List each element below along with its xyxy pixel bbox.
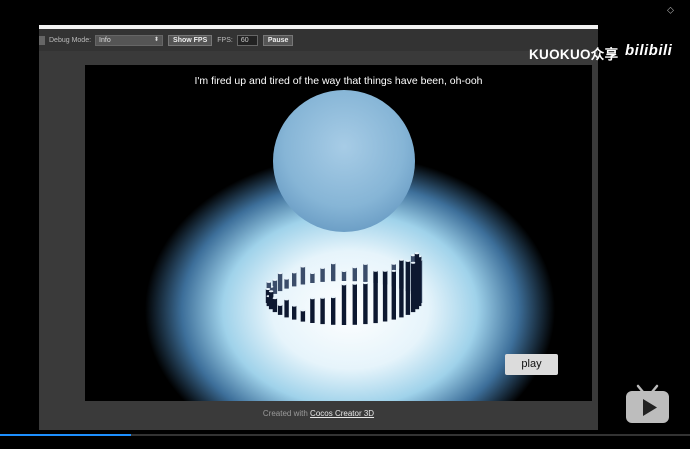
- toolbar-handle[interactable]: [39, 35, 45, 45]
- visualizer-bar: [320, 297, 325, 325]
- visualizer-bar-cap: [310, 297, 315, 300]
- visualizer-bar: [292, 272, 297, 287]
- visualizer-bar-cap: [399, 258, 404, 261]
- watermark-text: KUOKUO众享: [529, 47, 619, 62]
- visualizer-bar-cap: [410, 261, 416, 264]
- visualizer-bars: [265, 252, 423, 325]
- visualizer-bar: [272, 279, 278, 294]
- visualizer-bar-cap: [268, 290, 274, 293]
- game-canvas[interactable]: I'm fired up and tired of the way that t…: [85, 65, 592, 401]
- visualizer-bar-cap: [410, 254, 416, 257]
- bilibili-tv-icon[interactable]: [625, 383, 670, 425]
- game-player: Debug Mode: Info ⬍ Show FPS FPS: 60 Paus…: [39, 29, 598, 430]
- credits-prefix: Created with: [262, 409, 311, 418]
- visualizer-bar-cap: [320, 266, 325, 269]
- visualizer-bar: [292, 305, 297, 320]
- dropdown-arrow-icon: ⬍: [154, 36, 160, 43]
- visualizer-bar-cap: [331, 296, 336, 299]
- visualizer-bar: [310, 298, 315, 323]
- debug-mode-label: Debug Mode:: [49, 36, 92, 44]
- visualizer-bar: [382, 270, 388, 322]
- visualizer-bar: [277, 273, 283, 292]
- visualizer-bar-cap: [363, 262, 368, 265]
- visualizer-bar-cap: [391, 269, 396, 272]
- visualizer-bar-cap: [277, 303, 283, 306]
- visualizer-bar: [284, 278, 289, 289]
- fps-input[interactable]: 60: [236, 34, 258, 46]
- visualizer-bar-cap: [300, 309, 306, 312]
- visualizer-bar: [272, 298, 278, 313]
- visualizer-bar-cap: [265, 288, 271, 290]
- pin-icon[interactable]: ⬦: [667, 5, 677, 17]
- visualizer-bar: [363, 283, 368, 325]
- visualizer-bar-cap: [277, 272, 283, 275]
- visualizer-bar: [331, 297, 336, 325]
- visualizer-bar: [399, 259, 404, 318]
- visualizer-bar: [331, 263, 336, 282]
- visualizer-bar: [352, 283, 357, 325]
- page: ⬦ Debug Mode: Info ⬍ Show FPS FPS: 60 Pa…: [0, 0, 690, 449]
- visualizer-bar: [310, 273, 315, 283]
- visualizer-bar-cap: [310, 272, 315, 274]
- show-fps-button[interactable]: Show FPS: [168, 34, 213, 46]
- visualizer-bar-cap: [292, 304, 297, 307]
- visualizer-bar-cap: [352, 266, 357, 269]
- visualizer-bar-cap: [341, 283, 347, 286]
- visualizer-bar: [268, 291, 274, 310]
- visualizer-bar: [352, 267, 357, 282]
- lyric-text: I'm fired up and tired of the way that t…: [194, 75, 483, 87]
- visualizer-bar: [284, 299, 289, 318]
- visualizer-bar-cap: [266, 280, 271, 283]
- video-progress-fill: [0, 434, 132, 436]
- visualizer-bar: [300, 310, 306, 322]
- visualizer-bar-cap: [373, 269, 378, 272]
- fps-label: FPS:: [217, 36, 233, 44]
- visualizer-bar-cap: [331, 262, 336, 265]
- debug-mode-value: Info: [99, 36, 111, 44]
- visualizer-bar-cap: [414, 252, 420, 255]
- visualizer-bar-cap: [382, 269, 388, 272]
- visualizer-bar-cap: [352, 282, 357, 285]
- cocos-link[interactable]: Cocos Creator 3D: [310, 409, 374, 418]
- visualizer-bar: [341, 284, 347, 325]
- visualizer-bar: [341, 271, 347, 281]
- visualizer-bar-cap: [292, 271, 297, 274]
- sphere: [273, 90, 415, 232]
- debug-toolbar: Debug Mode: Info ⬍ Show FPS FPS: 60 Paus…: [39, 29, 598, 51]
- visualizer-bar-cap: [272, 297, 278, 300]
- visualizer-bar-cap: [320, 296, 325, 299]
- visualizer-bar-cap: [363, 282, 368, 285]
- visualizer-bar: [363, 263, 368, 282]
- pause-button[interactable]: Pause: [262, 34, 294, 46]
- visualizer-bar-cap: [300, 265, 306, 268]
- visualizer-bar: [405, 260, 411, 315]
- visualizer-bar-cap: [284, 298, 289, 301]
- visualizer-bar: [320, 267, 325, 282]
- bilibili-logo: bilibili: [625, 42, 673, 59]
- debug-mode-select[interactable]: Info ⬍: [95, 34, 164, 46]
- visualizer-bar: [410, 262, 416, 313]
- visualizer-bar: [414, 253, 420, 310]
- visualizer-bar-cap: [391, 262, 396, 265]
- credits: Created with Cocos Creator 3D: [39, 409, 598, 418]
- visualizer-bar-cap: [405, 259, 411, 262]
- visualizer-bar: [373, 270, 378, 324]
- play-button[interactable]: play: [505, 354, 558, 375]
- visualizer-bar-cap: [284, 277, 289, 280]
- visualizer-bar: [391, 270, 396, 320]
- video-progress-bar[interactable]: [0, 434, 690, 436]
- scene-graphics: [265, 90, 423, 325]
- visualizer-bar-cap: [272, 278, 278, 281]
- visualizer-bar: [277, 304, 283, 315]
- visualizer-bar-cap: [341, 270, 347, 272]
- visualizer-bar: [300, 266, 306, 285]
